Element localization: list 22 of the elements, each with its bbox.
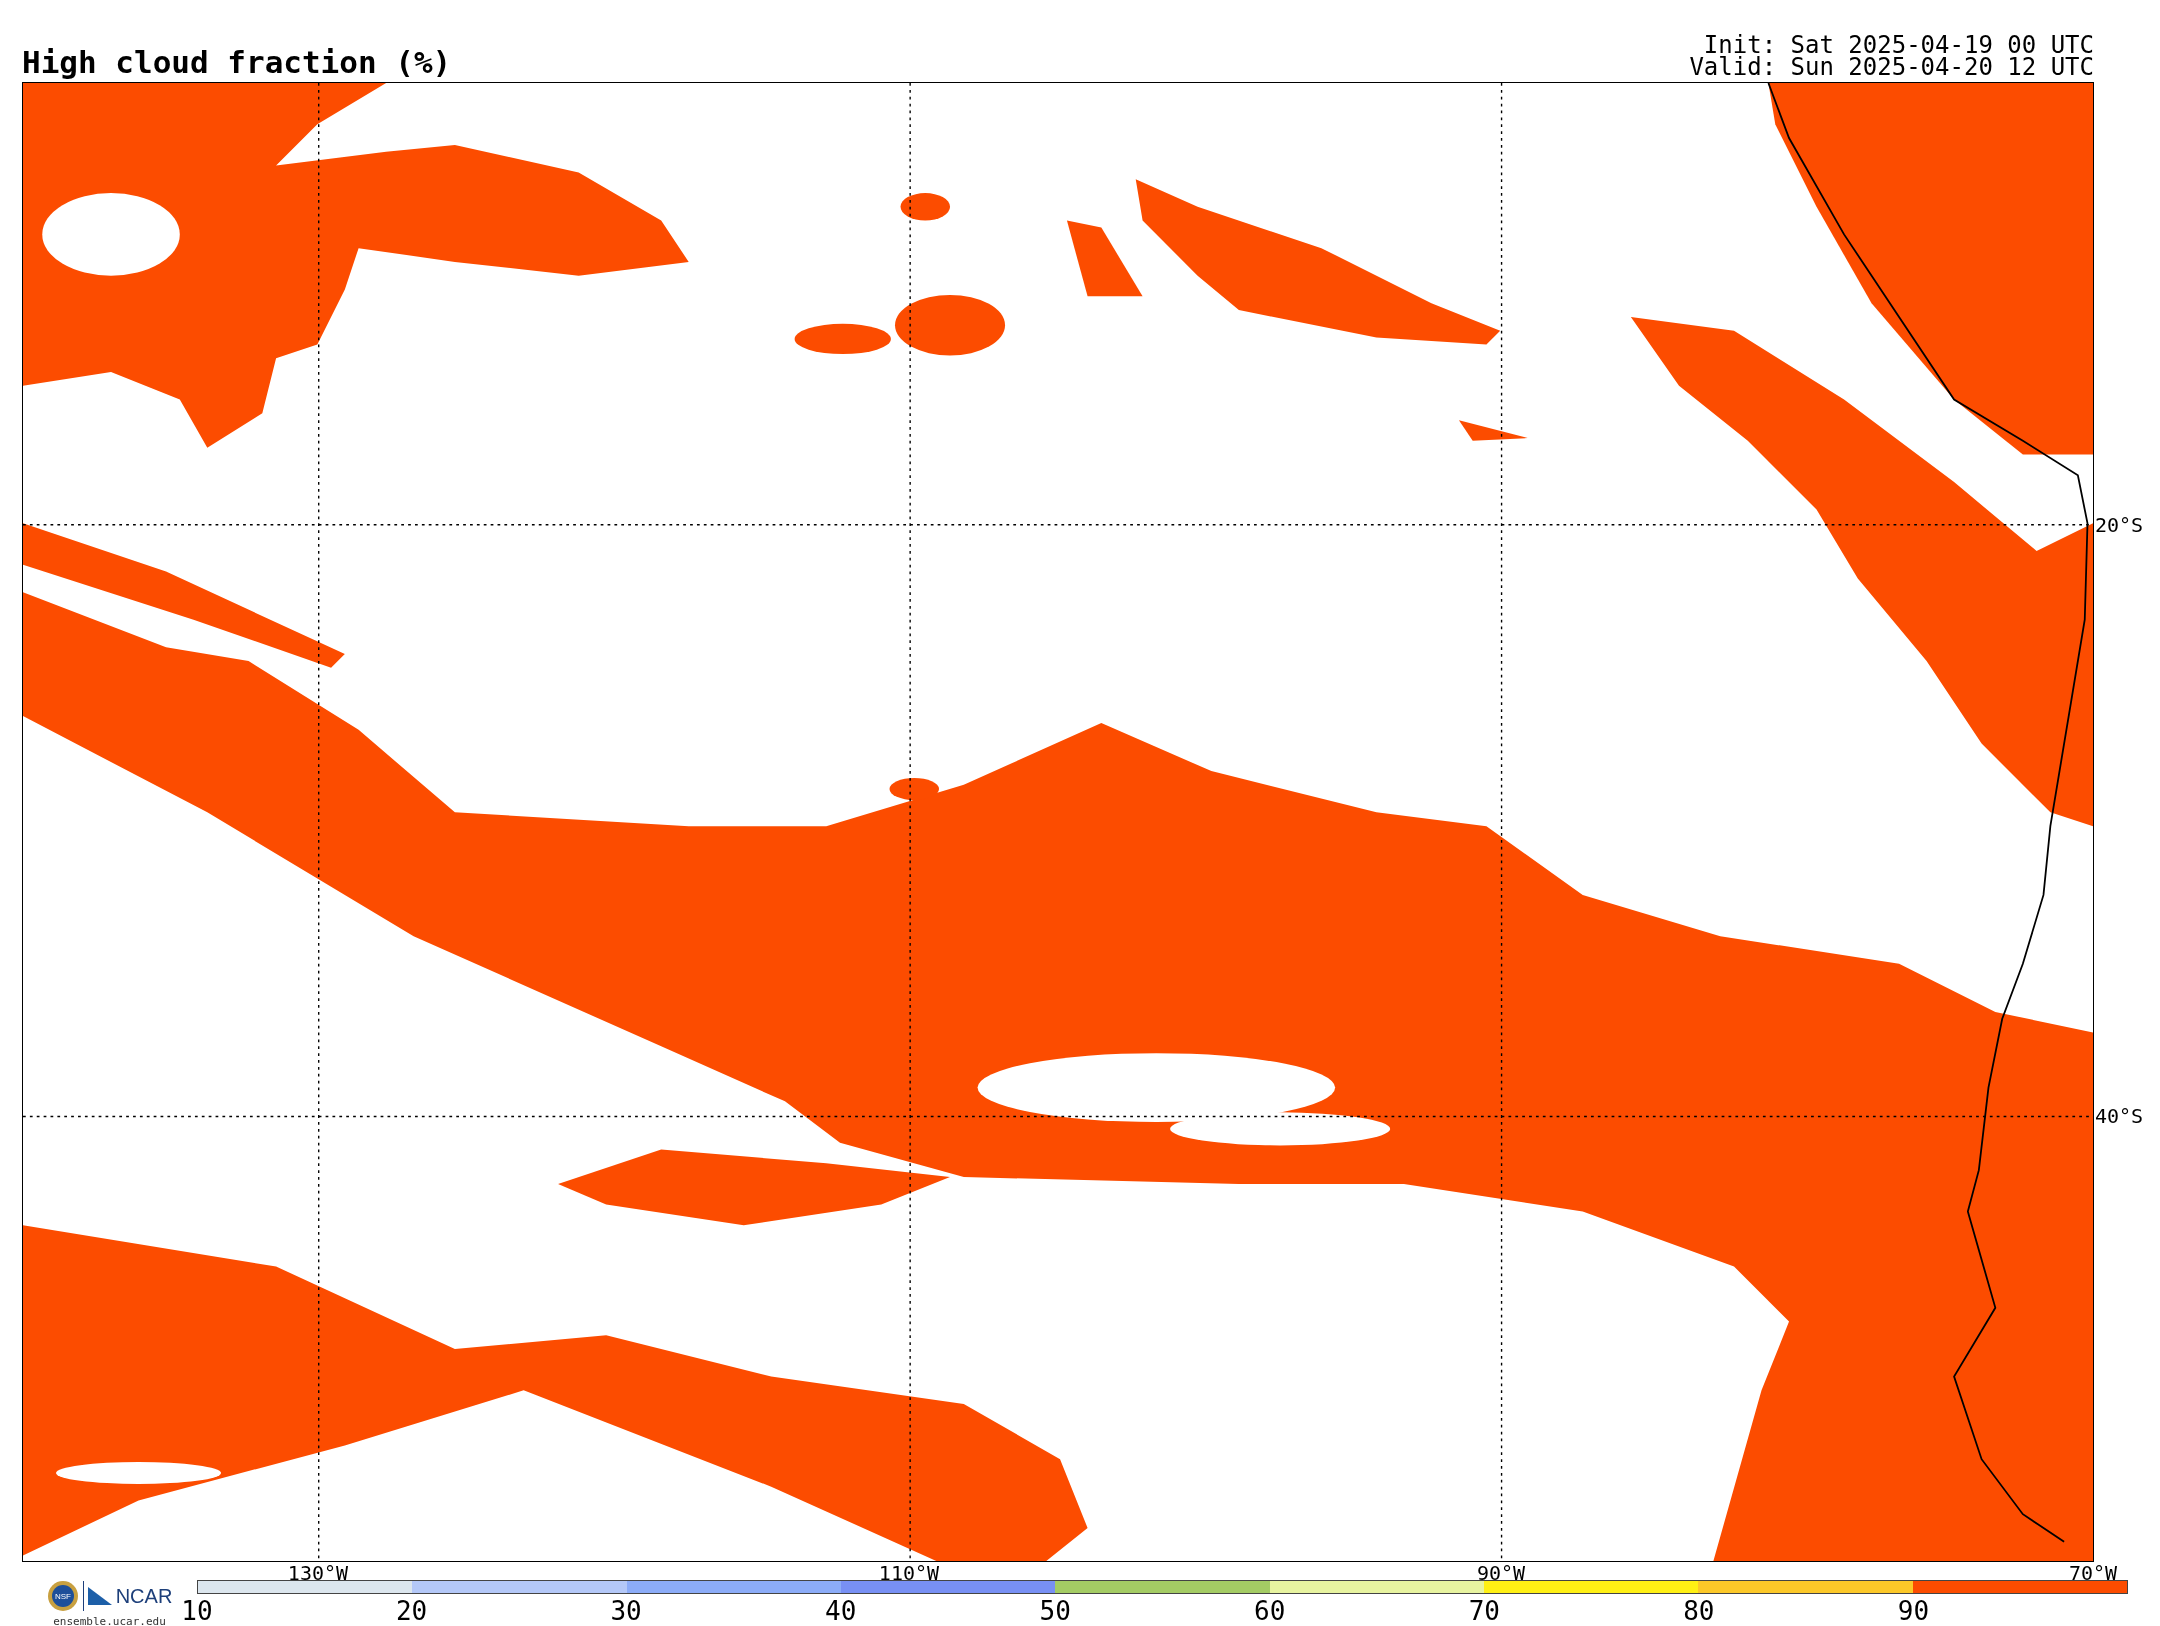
site-url: ensemble.ucar.edu bbox=[53, 1616, 166, 1626]
colorbar-tick-label: 30 bbox=[610, 1598, 642, 1624]
colorbar-tick-label: 20 bbox=[395, 1598, 428, 1624]
colorbar-tick-label: 70 bbox=[1468, 1598, 1500, 1624]
longitude-label: 70°W bbox=[2068, 1563, 2118, 1583]
colorbar-tick-label: 50 bbox=[1039, 1598, 1071, 1624]
valid-time: Valid: Sun 2025-04-20 12 UTC bbox=[1689, 56, 2094, 78]
longitude-label: 90°W bbox=[1476, 1563, 1526, 1583]
init-time: Init: Sat 2025-04-19 00 UTC bbox=[1703, 34, 2094, 56]
longitude-label: 110°W bbox=[878, 1563, 940, 1583]
colorbar-tick-label: 10 bbox=[181, 1598, 213, 1624]
plot-title: High cloud fraction (%) bbox=[22, 47, 452, 78]
ncar-logo-icon bbox=[87, 1587, 112, 1605]
colorbar-tick-label: 40 bbox=[825, 1598, 857, 1624]
colorbar-tick-label: 60 bbox=[1254, 1598, 1286, 1624]
latitude-label: 40°S bbox=[2095, 1106, 2144, 1127]
colorbar-tick-label: 90 bbox=[1897, 1598, 1930, 1624]
ncar-logo-text: NCAR bbox=[115, 1586, 173, 1606]
longitude-label: 130°W bbox=[287, 1563, 349, 1583]
colorbar-tick-label: 80 bbox=[1683, 1598, 1715, 1624]
latitude-label: 20°S bbox=[2095, 514, 2144, 535]
seal-logo: NSF bbox=[46, 1580, 79, 1612]
